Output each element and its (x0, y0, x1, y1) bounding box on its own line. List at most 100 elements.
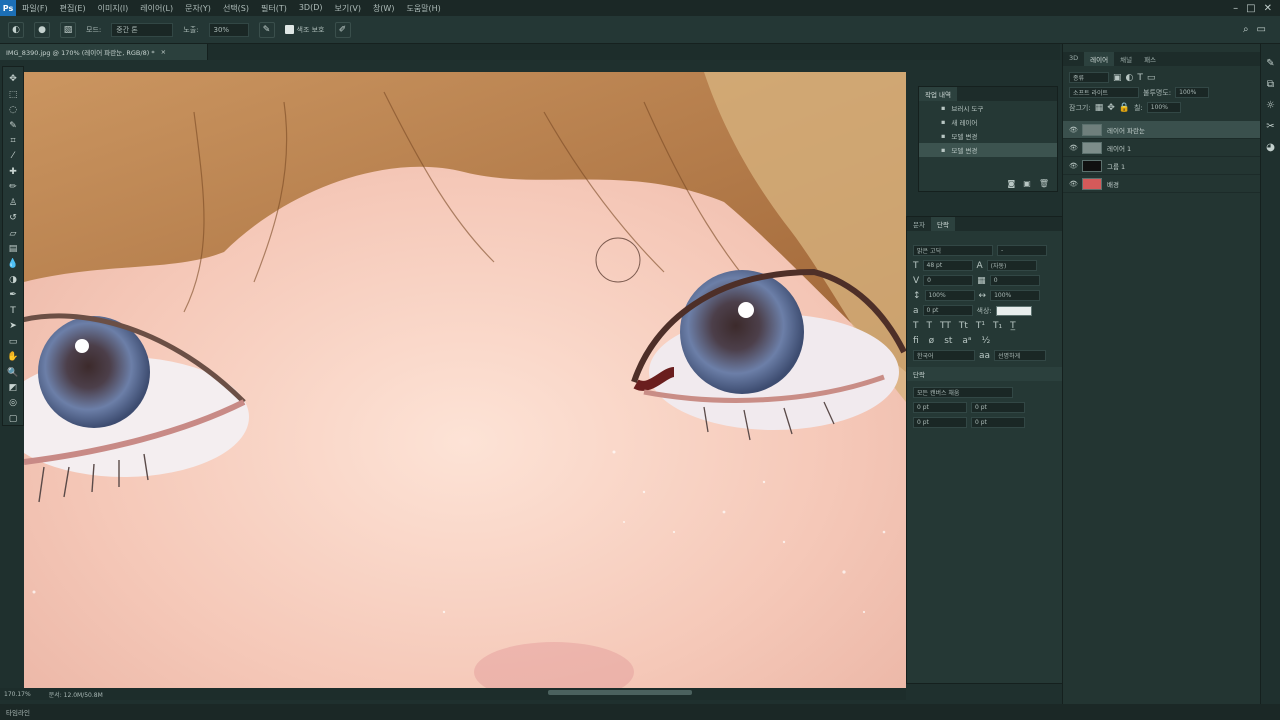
dodge-tool-icon[interactable]: ◑ (6, 274, 20, 286)
tracking-input[interactable]: 0 (989, 275, 1040, 286)
menu-item[interactable]: 편집(E) (54, 3, 92, 14)
eraser-icon[interactable]: ▱ (6, 227, 20, 239)
text-color-swatch[interactable] (995, 305, 1032, 316)
menu-item[interactable]: 도움말(H) (400, 3, 446, 14)
move-tool-icon[interactable]: ✥ (6, 73, 20, 85)
layer-row[interactable]: 👁 레이어 파란눈 (1063, 121, 1260, 139)
type-tool-icon[interactable]: T (6, 305, 20, 317)
fill-input[interactable]: 100% (1146, 102, 1181, 113)
timeline-label[interactable]: 타임라인 (6, 707, 30, 717)
tab-character[interactable]: 문자 (907, 217, 931, 231)
brush-preset-icon[interactable]: ● (34, 21, 50, 38)
font-style-select[interactable]: - (997, 245, 1047, 256)
layer-row[interactable]: 👁 그룹 1 (1063, 157, 1260, 175)
menu-item[interactable]: 필터(T) (255, 3, 293, 14)
kerning-input[interactable]: 0 (923, 275, 974, 286)
visibility-eye-icon[interactable]: 👁 (1069, 144, 1078, 152)
fraction-icon[interactable]: ½ (981, 336, 990, 346)
maximize-icon[interactable]: □ (1246, 3, 1255, 14)
layer-kind-filter[interactable]: 종류 (1069, 72, 1109, 83)
zoom-tool-icon[interactable]: 🔍 (6, 366, 20, 378)
baseline-input[interactable]: 0 pt (922, 305, 973, 316)
mode-select[interactable]: 중간 톤 (111, 22, 174, 37)
ligature-icon[interactable]: fi (913, 336, 919, 346)
small-caps-icon[interactable]: Tt (959, 321, 968, 331)
history-item[interactable]: ▪ 브러시 도구 (919, 101, 1057, 115)
font-family-select[interactable]: 맑은 고딕 (913, 245, 993, 256)
visibility-eye-icon[interactable]: 👁 (1069, 180, 1078, 188)
pen-tool-icon[interactable]: ✒ (6, 289, 20, 301)
filter-adjust-icon[interactable]: ◐ (1126, 73, 1134, 83)
crop-tool-icon[interactable]: ⌗ (6, 135, 20, 147)
faux-italic-icon[interactable]: T (927, 321, 933, 331)
language-select[interactable]: 한국어 (913, 350, 975, 361)
menu-item[interactable]: 보기(V) (329, 3, 367, 14)
space-before-input[interactable]: 0 pt (913, 417, 967, 428)
snapshot-icon[interactable]: ▣ (1023, 179, 1031, 188)
leading-input[interactable]: (자동) (986, 260, 1037, 271)
adjustments-dock-icon[interactable]: ☼ (1266, 100, 1275, 111)
search-icon[interactable]: ⌕ (1243, 24, 1249, 35)
tab-layers[interactable]: 레이어 (1084, 52, 1115, 66)
clone-stamp-icon[interactable]: ♙ (6, 197, 20, 209)
marquee-tool-icon[interactable]: ⬚ (6, 88, 20, 100)
ordinal-icon[interactable]: aᵃ (962, 336, 971, 346)
menu-item[interactable]: 문자(Y) (179, 3, 217, 14)
history-brush-icon[interactable]: ↺ (6, 212, 20, 224)
color-swatch-icon[interactable]: ◩ (6, 382, 20, 394)
airbrush-icon[interactable]: ✎ (258, 21, 275, 38)
superscript-icon[interactable]: T¹ (976, 321, 985, 331)
gradient-tool-icon[interactable]: ▤ (6, 243, 20, 255)
brush-settings-dock-icon[interactable]: ✎ (1266, 58, 1274, 69)
faux-bold-icon[interactable]: T (913, 321, 919, 331)
filter-pixel-icon[interactable]: ▣ (1113, 73, 1122, 83)
menu-item[interactable]: 3D(D) (293, 3, 329, 14)
tab-channels[interactable]: 채널 (1114, 52, 1138, 66)
menu-item[interactable]: 선택(S) (217, 3, 255, 14)
tab-paths[interactable]: 패스 (1138, 52, 1162, 66)
exposure-input[interactable]: 30% (208, 22, 249, 37)
trash-icon[interactable]: 🗑 (1039, 179, 1049, 188)
history-item[interactable]: ▪ 모델 변경 (919, 143, 1057, 157)
filter-type-icon[interactable]: T (1137, 73, 1143, 83)
history-item[interactable]: ▪ 모델 변경 (919, 129, 1057, 143)
zoom-level[interactable]: 170.17% (4, 691, 31, 698)
opacity-input[interactable]: 100% (1175, 87, 1210, 98)
all-caps-icon[interactable]: TT (940, 321, 951, 331)
visibility-eye-icon[interactable]: 👁 (1069, 126, 1078, 134)
path-select-icon[interactable]: ➤ (6, 320, 20, 332)
color-dock-icon[interactable]: ◕ (1266, 142, 1275, 153)
workspace-icon[interactable]: ▭ (1257, 24, 1266, 35)
swash-icon[interactable]: ø (929, 336, 935, 346)
quick-select-icon[interactable]: ✎ (6, 119, 20, 131)
tab-paragraph[interactable]: 단락 (930, 217, 955, 231)
menu-item[interactable]: 이미지(I) (92, 3, 135, 14)
underline-icon[interactable]: T̲ (1010, 321, 1016, 331)
document-tab[interactable]: IMG_8390.jpg @ 170% (레이어 파란눈, RGB/8) * × (0, 44, 208, 60)
subscript-icon[interactable]: T₁ (993, 321, 1002, 331)
menu-item[interactable]: 창(W) (367, 3, 401, 14)
history-panel-title[interactable]: 작업 내역 (919, 87, 957, 101)
protect-tones-checkbox[interactable]: 색조 보호 (284, 25, 325, 35)
blur-tool-icon[interactable]: 💧 (6, 258, 20, 270)
document-canvas[interactable] (24, 72, 906, 688)
camera-icon[interactable]: ◙ (1008, 179, 1016, 188)
layer-row[interactable]: 👁 레이어 1 (1063, 139, 1260, 157)
quick-mask-icon[interactable]: ◎ (6, 397, 20, 409)
shape-tool-icon[interactable]: ▭ (6, 335, 20, 347)
font-size-input[interactable]: 48 pt (922, 260, 973, 271)
lock-position-icon[interactable]: ✥ (1107, 103, 1115, 113)
checkbox-checked-icon[interactable] (284, 25, 294, 34)
layer-row[interactable]: 👁 배경 (1063, 175, 1260, 193)
lock-all-icon[interactable]: 🔒 (1119, 103, 1130, 113)
stylistic-icon[interactable]: st (944, 336, 952, 346)
blend-mode-select[interactable]: 소프트 라이트 (1069, 87, 1139, 98)
menu-item[interactable]: 레이어(L) (134, 3, 179, 14)
clone-source-dock-icon[interactable]: ⧉ (1267, 79, 1274, 90)
brush-settings-icon[interactable]: ▧ (60, 21, 76, 38)
vertical-scale-input[interactable]: 100% (924, 290, 975, 301)
space-after-input[interactable]: 0 pt (971, 417, 1025, 428)
dodge-tool-icon[interactable]: ◐ (8, 21, 24, 38)
minimize-icon[interactable]: – (1233, 3, 1238, 14)
visibility-eye-icon[interactable]: 👁 (1069, 162, 1078, 170)
